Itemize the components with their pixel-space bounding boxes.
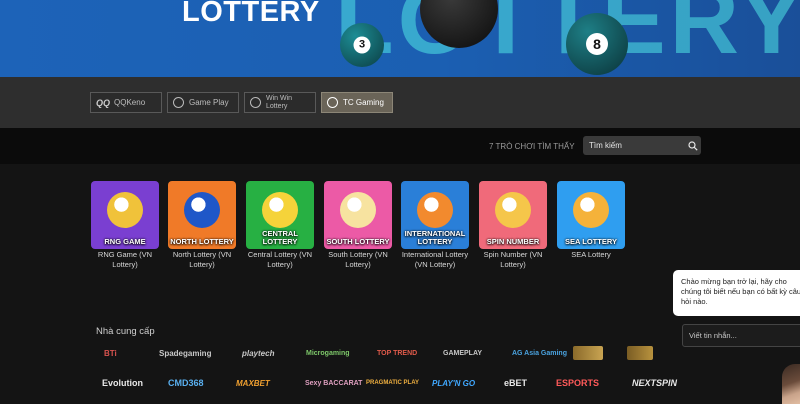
provider-logo-gameplay[interactable]: GAMEPLAY	[443, 346, 482, 360]
chat-agent-avatar[interactable]	[782, 364, 800, 404]
provider-tab-bar: QQ QQKeno Game Play Win Win Lottery TC G…	[0, 77, 800, 128]
provider-tab-winwin-lottery[interactable]: Win Win Lottery	[244, 92, 316, 113]
provider-logo-asia-gaming[interactable]: AG Asia Gaming	[512, 346, 567, 360]
lottery-banner: LOTTERY 3 8 LOTTERY	[0, 0, 800, 77]
provider-tab-label: QQKeno	[114, 98, 146, 107]
game-name: Spin Number (VN Lottery)	[483, 250, 543, 269]
gameplay-logo-icon	[173, 97, 184, 108]
lottery-ball-icon	[495, 191, 531, 228]
provider-logo-text: Spadegaming	[159, 348, 212, 358]
provider-logo-text: GAMEPLAY	[443, 349, 483, 357]
game-name: South Lottery (VN Lottery)	[328, 250, 388, 269]
game-thumbnail: RNG GAME	[91, 181, 159, 249]
provider-tab-label: TC Gaming	[343, 98, 384, 107]
chat-welcome-bubble: Chào mừng bạn trở lại, hãy cho chúng tôi…	[673, 270, 800, 316]
provider-logo-nextspin[interactable]: NEXTSPIN	[632, 376, 677, 390]
provider-logo-pragmatic-play[interactable]: PRAGMATIC PLAY	[366, 376, 419, 390]
ball-number: 3	[353, 36, 371, 54]
chat-message-input[interactable]	[682, 324, 800, 347]
lottery-ball-icon	[184, 191, 220, 228]
search-icon[interactable]	[688, 141, 698, 151]
provider-logo-text: PLAY'N GO	[432, 378, 476, 388]
lottery-ball-icon	[107, 191, 143, 228]
chat-welcome-text: Chào mừng bạn trở lại, hãy cho chúng tôi…	[681, 277, 800, 306]
lottery-ball-icon	[417, 191, 453, 228]
lottery-ball-3: 3	[340, 23, 384, 67]
provider-logo-maxbet[interactable]: MAXBET	[236, 376, 270, 390]
game-card-central-lottery[interactable]: CENTRAL LOTTERY Central Lottery (VN Lott…	[246, 181, 314, 269]
provider-logo-playngo[interactable]: PLAY'N GO	[432, 376, 475, 390]
provider-tab-tc-gaming[interactable]: TC Gaming	[321, 92, 393, 113]
provider-logo-text: BTi	[104, 348, 117, 358]
provider-logo-text: MAXBET	[236, 378, 270, 388]
thumbnail-label: SPIN NUMBER	[486, 237, 540, 246]
lottery-ball-icon	[573, 191, 609, 228]
provider-tab-gameplay[interactable]: Game Play	[167, 92, 239, 113]
game-thumbnail: INTERNATIONAL LOTTERY	[401, 181, 469, 249]
provider-tab-qqkeno[interactable]: QQ QQKeno	[90, 92, 162, 113]
thumbnail-label: RNG GAME	[104, 237, 146, 246]
provider-logo-9[interactable]	[627, 346, 653, 360]
provider-logo-playtech[interactable]: playtech	[242, 346, 274, 360]
search-input[interactable]	[583, 136, 701, 155]
provider-logo-evolution[interactable]: Evolution	[102, 376, 143, 390]
game-thumbnail: SEA LOTTERY	[557, 181, 625, 249]
banner-title: LOTTERY	[182, 0, 320, 28]
provider-logo-text: TOP TREND	[377, 349, 418, 357]
game-name: RNG Game (VN Lottery)	[97, 250, 153, 269]
game-name: SEA Lottery	[571, 250, 611, 259]
winwin-logo-icon	[250, 97, 261, 108]
game-card-sea-lottery[interactable]: SEA LOTTERY SEA Lottery	[557, 181, 625, 260]
provider-logo-8[interactable]	[573, 346, 603, 360]
provider-logo-text: Microgaming	[306, 349, 350, 357]
lottery-ball-8: 8	[566, 13, 628, 75]
qq-logo-icon: QQ	[96, 97, 111, 108]
provider-logo-text: PRAGMATIC PLAY	[366, 380, 420, 386]
tc-gaming-logo-icon	[327, 97, 338, 108]
thumbnail-label: SEA LOTTERY	[565, 237, 617, 246]
thumbnail-label: CENTRAL LOTTERY	[262, 229, 298, 246]
game-name: International Lottery (VN Lottery)	[401, 250, 469, 269]
provider-logo-text: Evolution	[102, 378, 143, 388]
game-card-north-lottery[interactable]: NORTH LOTTERY North Lottery (VN Lottery)	[168, 181, 236, 269]
provider-logo-text: eBET	[504, 378, 528, 388]
provider-logo-sexy-baccarat[interactable]: Sexy BACCARAT	[305, 376, 362, 390]
provider-tab-label: Win Win Lottery	[266, 94, 293, 110]
game-card-south-lottery[interactable]: SOUTH LOTTERY South Lottery (VN Lottery)	[324, 181, 392, 269]
game-name: North Lottery (VN Lottery)	[172, 250, 232, 269]
provider-logo-microgaming[interactable]: Microgaming	[306, 346, 350, 360]
ball-number: 8	[586, 33, 608, 55]
provider-logo-text: Sexy BACCARAT	[305, 379, 363, 387]
provider-logo-cmd368[interactable]: CMD368	[168, 376, 204, 390]
game-card-international-lottery[interactable]: INTERNATIONAL LOTTERY International Lott…	[401, 181, 469, 269]
thumbnail-label: NORTH LOTTERY	[170, 237, 234, 246]
provider-logo-spadegaming[interactable]: Spadegaming	[159, 346, 211, 360]
game-card-rng-game[interactable]: RNG GAME RNG Game (VN Lottery)	[91, 181, 159, 269]
provider-logo-esports[interactable]: ESPORTS	[556, 376, 599, 390]
lottery-ball-icon	[340, 191, 376, 228]
providers-heading: Nhà cung cấp	[96, 326, 155, 337]
game-thumbnail: SPIN NUMBER	[479, 181, 547, 249]
game-thumbnail: SOUTH LOTTERY	[324, 181, 392, 249]
game-card-spin-number[interactable]: SPIN NUMBER Spin Number (VN Lottery)	[479, 181, 547, 269]
provider-logo-text: ESPORTS	[556, 378, 600, 388]
provider-logo-text: AG Asia Gaming	[512, 349, 567, 357]
provider-logo-bti[interactable]: BTi	[104, 346, 117, 360]
game-thumbnail: NORTH LOTTERY	[168, 181, 236, 249]
game-count-text: 7 TRÒ CHƠI TÌM THẤY	[489, 142, 575, 151]
provider-tab-label: Game Play	[189, 98, 229, 107]
game-name: Central Lottery (VN Lottery)	[247, 250, 313, 269]
provider-logo-top-trend[interactable]: TOP TREND	[377, 346, 417, 360]
lottery-ball-icon	[262, 191, 298, 228]
search-bar: 7 TRÒ CHƠI TÌM THẤY	[0, 128, 800, 164]
provider-logo-ebet[interactable]: eBET	[504, 376, 527, 390]
provider-logo-text: NEXTSPIN	[632, 378, 678, 388]
thumbnail-label: INTERNATIONAL LOTTERY	[404, 229, 466, 246]
game-thumbnail: CENTRAL LOTTERY	[246, 181, 314, 249]
provider-logo-text: playtech	[242, 348, 275, 358]
thumbnail-label: SOUTH LOTTERY	[326, 237, 390, 246]
provider-logo-text: CMD368	[168, 378, 204, 388]
